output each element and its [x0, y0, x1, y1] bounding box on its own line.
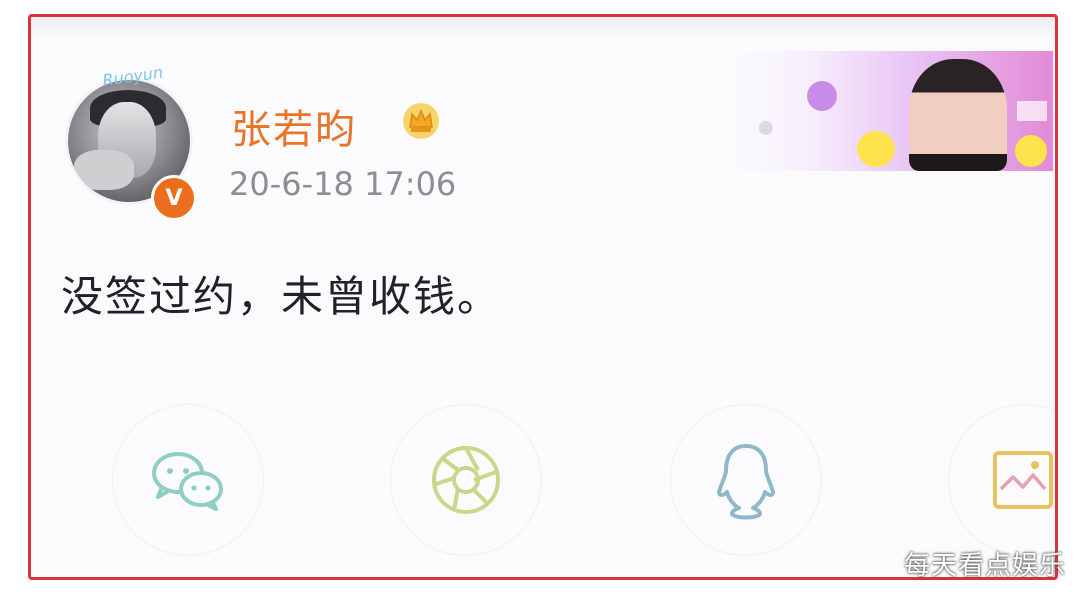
header-banner [731, 51, 1053, 171]
share-qq-button[interactable] [671, 405, 821, 555]
post-text: 没签过约，未曾收钱。 [61, 272, 502, 321]
share-moments-button[interactable] [391, 405, 541, 555]
banner-chick-sticker [857, 131, 895, 167]
banner-dot [759, 121, 773, 135]
share-wechat-button[interactable] [113, 405, 263, 555]
banner-bubble [807, 81, 837, 111]
watermark: 每天看点娱乐 [903, 551, 1066, 581]
verified-badge: V [151, 175, 197, 221]
avatar-decoration: Ruoyun [101, 62, 165, 90]
post-card: Ruoyun V 张若昀 20-6-18 17:06 没签过约，未曾收钱。 [28, 14, 1058, 580]
top-strip [31, 17, 1055, 41]
image-icon [993, 451, 1053, 509]
banner-portrait [909, 59, 1007, 171]
avatar-hand [74, 150, 134, 190]
share-image-button[interactable] [949, 405, 1055, 555]
banner-chick-sticker [1015, 135, 1047, 167]
username[interactable]: 张若昀 [231, 97, 357, 155]
wechat-icon [152, 452, 223, 511]
post-timestamp: 20-6-18 17:06 [229, 165, 457, 203]
crown-badge-icon [403, 103, 439, 139]
qq-penguin-icon [717, 444, 775, 520]
moments-shutter-icon [432, 446, 500, 514]
banner-tag [1017, 101, 1047, 121]
